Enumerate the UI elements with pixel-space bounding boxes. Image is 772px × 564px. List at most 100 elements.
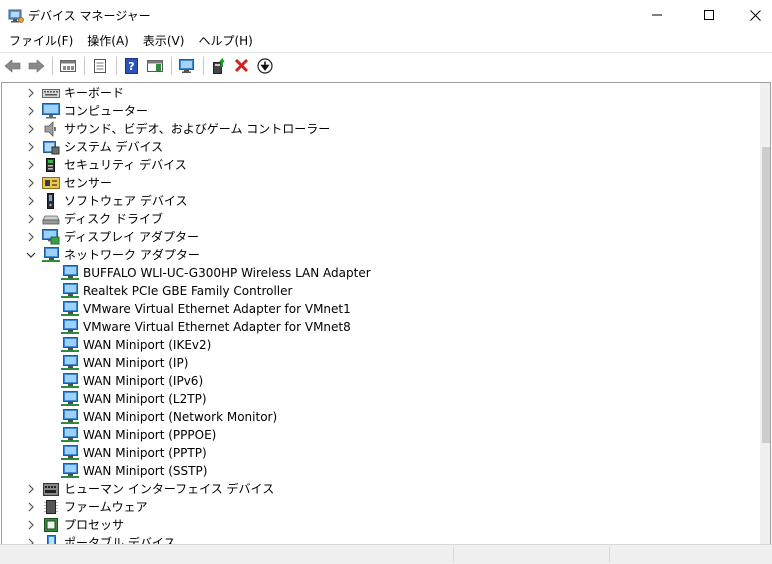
chevron-right-icon[interactable] xyxy=(26,88,36,98)
chevron-right-icon[interactable] xyxy=(26,484,36,494)
forward-button[interactable] xyxy=(25,55,47,77)
maximize-icon xyxy=(704,10,714,20)
chevron-right-icon[interactable] xyxy=(26,160,36,170)
close-icon xyxy=(749,9,761,21)
tree-category[interactable]: ディスプレイ アダプター xyxy=(2,228,760,246)
system-device-icon xyxy=(42,139,60,155)
tree-device[interactable]: Realtek PCIe GBE Family Controller xyxy=(2,282,760,300)
tree-category-label: ディスク ドライブ xyxy=(64,212,163,226)
tree-device[interactable]: WAN Miniport (IP) xyxy=(2,354,760,372)
tree-device[interactable]: VMware Virtual Ethernet Adapter for VMne… xyxy=(2,318,760,336)
tree-device[interactable]: WAN Miniport (PPTP) xyxy=(2,444,760,462)
tree-category[interactable]: セキュリティ デバイス xyxy=(2,156,760,174)
network-adapter-icon xyxy=(61,373,79,389)
network-adapter-icon xyxy=(61,283,79,299)
tree-device[interactable]: WAN Miniport (L2TP) xyxy=(2,390,760,408)
view-list-button[interactable] xyxy=(89,55,111,77)
tree-category[interactable]: キーボード xyxy=(2,84,760,102)
network-adapter-icon xyxy=(61,409,79,425)
device-tree-panel: キーボードコンピューターサウンド、ビデオ、およびゲーム コントローラー システム … xyxy=(1,82,771,544)
tree-device-label: WAN Miniport (PPTP) xyxy=(83,446,207,460)
chevron-right-icon[interactable] xyxy=(26,232,36,242)
window-title: デバイス マネージャー xyxy=(28,9,151,23)
uninstall-device-icon xyxy=(234,58,249,72)
tree-category-label: ファームウェア xyxy=(64,500,148,514)
menu-help[interactable]: ヘルプ(H) xyxy=(191,30,259,52)
tree-device-label: WAN Miniport (SSTP) xyxy=(83,464,208,478)
menu-view[interactable]: 表示(V) xyxy=(136,30,192,52)
tree-device-label: WAN Miniport (Network Monitor) xyxy=(83,410,278,424)
tree-category-label: ネットワーク アダプター xyxy=(64,248,200,262)
network-adapter-icon xyxy=(61,391,79,407)
back-arrow-icon xyxy=(4,58,21,73)
tree-device[interactable]: VMware Virtual Ethernet Adapter for VMne… xyxy=(2,300,760,318)
close-button[interactable] xyxy=(732,0,772,30)
tree-category-label: システム デバイス xyxy=(64,140,164,154)
action-pane-button[interactable] xyxy=(144,55,166,77)
tree-device[interactable]: WAN Miniport (Network Monitor) xyxy=(2,408,760,426)
tree-device-label: WAN Miniport (L2TP) xyxy=(83,392,207,406)
tree-device[interactable]: BUFFALO WLI-UC-G300HP Wireless LAN Adapt… xyxy=(2,264,760,282)
computer-icon xyxy=(42,103,60,119)
sensor-icon xyxy=(42,175,60,191)
status-bar xyxy=(0,544,772,564)
tree-category-label: キーボード xyxy=(64,86,125,100)
toolbar-separator xyxy=(52,56,53,75)
menu-file[interactable]: ファイル(F) xyxy=(2,30,80,52)
scan-hardware-button[interactable] xyxy=(176,55,198,77)
tree-device[interactable]: WAN Miniport (PPPOE) xyxy=(2,426,760,444)
tree-category[interactable]: ネットワーク アダプター xyxy=(2,246,760,264)
tree-category[interactable]: センサー xyxy=(2,174,760,192)
download-button[interactable] xyxy=(254,55,276,77)
update-driver-button[interactable] xyxy=(208,55,230,77)
menu-action[interactable]: 操作(A) xyxy=(80,30,136,52)
tree-category-label: ヒューマン インターフェイス デバイス xyxy=(64,482,275,496)
tree-category-label: ソフトウェア デバイス xyxy=(64,194,188,208)
tree-category[interactable]: コンピューター xyxy=(2,102,760,120)
scrollbar-thumb[interactable] xyxy=(762,147,770,443)
tree-device[interactable]: WAN Miniport (IKEv2) xyxy=(2,336,760,354)
tree-category-label: サウンド、ビデオ、およびゲーム コントローラー xyxy=(64,122,331,136)
help-button[interactable]: ? xyxy=(121,55,143,77)
uninstall-device-button[interactable] xyxy=(231,55,253,77)
tree-category[interactable]: ディスク ドライブ xyxy=(2,210,760,228)
tree-category-label: プロセッサ xyxy=(64,518,125,532)
chevron-right-icon[interactable] xyxy=(26,106,36,116)
processor-icon xyxy=(42,517,60,533)
back-button[interactable] xyxy=(2,55,24,77)
tree-device-label: BUFFALO WLI-UC-G300HP Wireless LAN Adapt… xyxy=(83,266,371,280)
chevron-right-icon[interactable] xyxy=(26,502,36,512)
chevron-right-icon[interactable] xyxy=(26,214,36,224)
chevron-right-icon[interactable] xyxy=(26,178,36,188)
tree-category[interactable]: ポータブル デバイス xyxy=(2,534,760,544)
network-adapter-icon xyxy=(61,463,79,479)
tree-device-label: Realtek PCIe GBE Family Controller xyxy=(83,284,293,298)
chevron-right-icon[interactable] xyxy=(26,142,36,152)
tree-device[interactable]: WAN Miniport (IPv6) xyxy=(2,372,760,390)
properties-icon xyxy=(60,59,76,72)
scan-hardware-icon xyxy=(179,58,194,73)
properties-button[interactable] xyxy=(57,55,79,77)
chevron-right-icon[interactable] xyxy=(26,196,36,206)
toolbar-separator xyxy=(116,56,117,75)
chevron-right-icon[interactable] xyxy=(26,124,36,134)
tree-category[interactable]: ソフトウェア デバイス xyxy=(2,192,760,210)
chevron-down-icon[interactable] xyxy=(26,250,36,260)
tree-category[interactable]: ヒューマン インターフェイス デバイス xyxy=(2,480,760,498)
tree-category[interactable]: プロセッサ xyxy=(2,516,760,534)
status-pane xyxy=(453,547,609,563)
chevron-right-icon[interactable] xyxy=(26,520,36,530)
toolbar-separator xyxy=(84,56,85,75)
tree-category-label: ポータブル デバイス xyxy=(64,536,176,544)
vertical-scrollbar[interactable] xyxy=(760,83,770,544)
tree-category[interactable]: システム デバイス xyxy=(2,138,760,156)
tree-category[interactable]: サウンド、ビデオ、およびゲーム コントローラー xyxy=(2,120,760,138)
tree-device-label: WAN Miniport (IP) xyxy=(83,356,189,370)
tree-category[interactable]: ファームウェア xyxy=(2,498,760,516)
network-adapter-icon xyxy=(42,247,60,263)
toolbar-separator xyxy=(203,56,204,75)
minimize-button[interactable] xyxy=(634,0,680,30)
maximize-button[interactable] xyxy=(686,0,732,30)
tree-device-label: WAN Miniport (IPv6) xyxy=(83,374,204,388)
tree-device[interactable]: WAN Miniport (SSTP) xyxy=(2,462,760,480)
